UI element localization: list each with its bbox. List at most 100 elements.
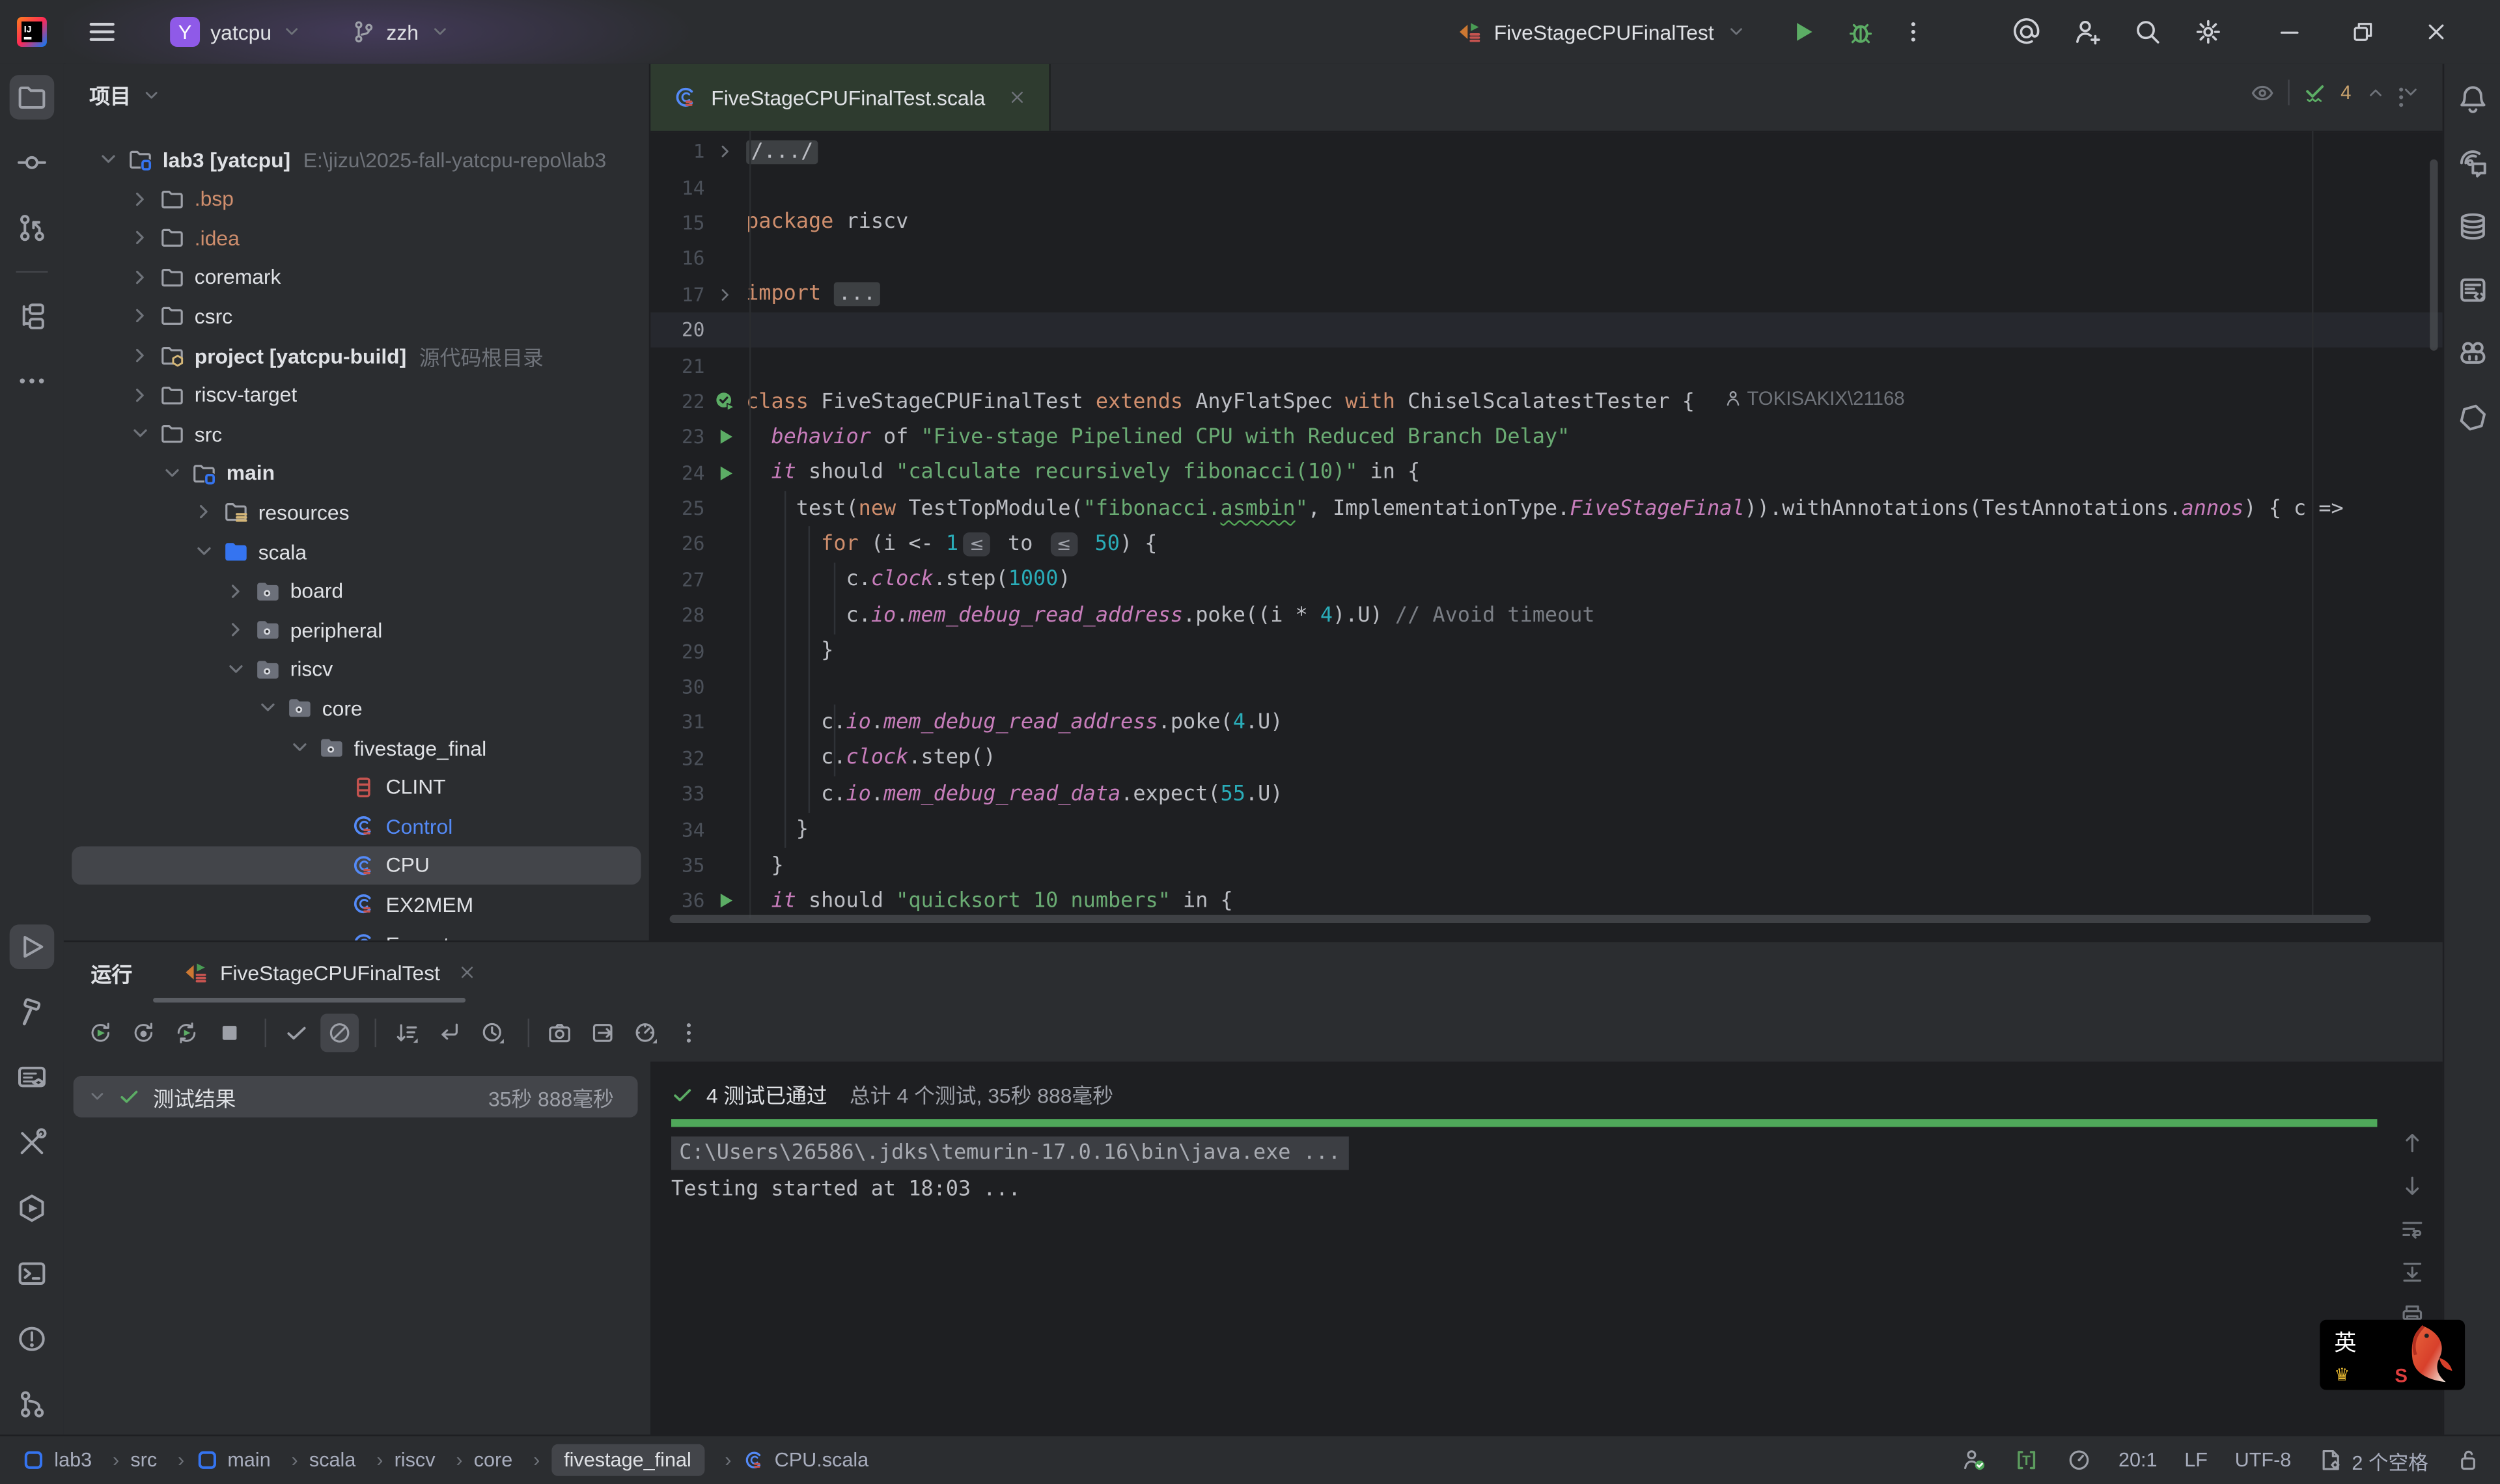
rerun-failed-tests-icon[interactable] bbox=[124, 1014, 163, 1052]
close-tab-icon[interactable] bbox=[1008, 88, 1027, 107]
code-line-35[interactable]: 35 } bbox=[650, 847, 2443, 883]
fold-region-icon[interactable] bbox=[714, 283, 736, 305]
show-ignored-icon[interactable] bbox=[320, 1014, 359, 1052]
tree-item-clint[interactable]: CLINT bbox=[72, 767, 641, 806]
tab-scroll-indicator[interactable] bbox=[153, 998, 465, 1002]
code-line-30[interactable]: 30 bbox=[650, 669, 2443, 705]
structure-tool-icon[interactable] bbox=[10, 294, 55, 338]
code-line-14[interactable]: 14 bbox=[650, 170, 2443, 206]
code-line-24[interactable]: 24 it should "calculate recursively fibo… bbox=[650, 455, 2443, 491]
code-line-34[interactable]: 34 } bbox=[650, 812, 2443, 848]
vertical-scrollbar[interactable] bbox=[2430, 159, 2438, 351]
more-options-icon[interactable] bbox=[670, 1014, 708, 1052]
performance-widget-widget[interactable] bbox=[2066, 1448, 2091, 1473]
code-line-25[interactable]: 25 test(new TestTopModule("fibonacci.asm… bbox=[650, 491, 2443, 527]
tree-item-resources[interactable]: resources bbox=[72, 493, 641, 532]
run-tool-icon[interactable] bbox=[10, 924, 55, 969]
chevron-right-icon[interactable] bbox=[128, 225, 153, 251]
tree-item-project-yatcpu-build[interactable]: project [yatcpu-build]源代码根目录 bbox=[72, 337, 641, 375]
tree-item-coremark[interactable]: coremark bbox=[72, 258, 641, 296]
ime-indicator[interactable]: 英 ♛ S bbox=[2320, 1320, 2465, 1390]
tree-item-src[interactable]: src bbox=[72, 415, 641, 453]
code-line-32[interactable]: 32 c.clock.step() bbox=[650, 741, 2443, 776]
translation-plugin-widget[interactable]: T bbox=[2013, 1448, 2038, 1473]
services-tool-icon[interactable] bbox=[10, 1186, 55, 1231]
breadcrumb-lab3[interactable]: lab3› bbox=[22, 1449, 119, 1471]
main-menu-icon[interactable] bbox=[86, 16, 118, 48]
tree-item-idea[interactable]: .idea bbox=[72, 219, 641, 257]
show-passed-icon[interactable] bbox=[277, 1014, 316, 1052]
run-test-icon[interactable] bbox=[714, 426, 736, 448]
run-test-icon[interactable] bbox=[714, 461, 736, 484]
code-line-1[interactable]: 1/.../ bbox=[650, 134, 2443, 170]
code-line-27[interactable]: 27 c.clock.step(1000) bbox=[650, 562, 2443, 598]
tree-item-riscv-target[interactable]: riscv-target bbox=[72, 376, 641, 414]
tree-item-peripheral[interactable]: peripheral bbox=[72, 611, 641, 649]
code-line-28[interactable]: 28 c.io.mem_debug_read_address.poke((i *… bbox=[650, 598, 2443, 634]
project-selector[interactable]: Y yatcpu bbox=[160, 11, 313, 53]
caret-position[interactable]: 20:1 bbox=[2118, 1449, 2158, 1471]
more-actions-icon[interactable] bbox=[1900, 19, 1926, 44]
run-tab[interactable]: FiveStageCPUFinalTest bbox=[184, 959, 477, 985]
indent-style-widget[interactable]: 2 个空格 bbox=[2318, 1445, 2428, 1476]
chevron-right-icon[interactable] bbox=[128, 343, 153, 368]
screenshot-icon[interactable] bbox=[540, 1014, 579, 1052]
code-line-33[interactable]: 33 c.io.mem_debug_read_data.expect(55.U) bbox=[650, 776, 2443, 812]
pull-requests-tool-icon[interactable] bbox=[10, 206, 55, 251]
scroll-down-icon[interactable] bbox=[2400, 1173, 2425, 1198]
horizontal-scrollbar[interactable] bbox=[670, 915, 2371, 923]
code-with-me-icon[interactable] bbox=[2073, 18, 2102, 46]
tree-item-ex2mem[interactable]: EX2MEM bbox=[72, 885, 641, 924]
project-tool-icon[interactable] bbox=[10, 75, 55, 120]
code-line-29[interactable]: 29 } bbox=[650, 633, 2443, 669]
breadcrumb-main[interactable]: main› bbox=[195, 1449, 298, 1471]
chevron-right-icon[interactable] bbox=[128, 186, 153, 212]
tree-item-bsp[interactable]: .bsp bbox=[72, 180, 641, 218]
stop-process-icon[interactable] bbox=[210, 1014, 249, 1052]
notifications-icon[interactable] bbox=[2450, 77, 2495, 122]
previous-problem-icon[interactable] bbox=[2364, 81, 2386, 103]
tree-item-lab3-yatcpu[interactable]: lab3 [yatcpu]E:\jizu\2025-fall-yatcpu-re… bbox=[72, 141, 641, 179]
sort-alphabetically-icon[interactable] bbox=[387, 1014, 426, 1052]
commit-tool-icon[interactable] bbox=[10, 141, 55, 186]
code-line-26[interactable]: 26 for (i <- 1≤ to ≤ 50) { bbox=[650, 527, 2443, 562]
chevron-right-icon[interactable] bbox=[128, 303, 153, 329]
editor-tab[interactable]: FiveStageCPUFinalTest.scala bbox=[650, 64, 1051, 131]
dependencies-tool-icon[interactable] bbox=[2450, 395, 2495, 440]
code-line-21[interactable]: 21 bbox=[650, 348, 2443, 384]
code-area[interactable]: 1/.../1415package riscv1617import ...202… bbox=[650, 131, 2443, 941]
fold-region-icon[interactable] bbox=[714, 141, 736, 163]
close-tab-icon[interactable] bbox=[458, 963, 477, 982]
problems-tool-icon[interactable] bbox=[10, 1317, 55, 1362]
code-with-me-widget[interactable] bbox=[1961, 1448, 1986, 1473]
rerun-tests-icon[interactable] bbox=[81, 1014, 120, 1052]
code-line-17[interactable]: 17import ... bbox=[650, 277, 2443, 312]
tree-item-fivestage-final[interactable]: fivestage_final bbox=[72, 728, 641, 767]
export-test-results-icon[interactable] bbox=[583, 1014, 622, 1052]
tree-item-riscv[interactable]: riscv bbox=[72, 650, 641, 689]
sbt-tool-icon[interactable] bbox=[10, 1055, 55, 1100]
chevron-down-icon[interactable] bbox=[223, 656, 249, 681]
plugin-tool-icon[interactable] bbox=[2450, 331, 2495, 376]
code-line-15[interactable]: 15package riscv bbox=[650, 205, 2443, 241]
debug-button[interactable] bbox=[1846, 18, 1875, 46]
code-line-16[interactable]: 16 bbox=[650, 241, 2443, 277]
chevron-right-icon[interactable] bbox=[128, 382, 153, 407]
breadcrumb-scala[interactable]: scala› bbox=[309, 1449, 383, 1471]
code-line-36[interactable]: 36 it should "quicksort 10 numbers" in { bbox=[650, 883, 2443, 919]
ai-assistant-icon[interactable] bbox=[2012, 18, 2041, 46]
tree-item-core[interactable]: core bbox=[72, 689, 641, 728]
vcs-branch-selector[interactable]: zzh bbox=[342, 14, 460, 49]
run-all-tests-icon[interactable] bbox=[714, 391, 736, 413]
run-configuration-selector[interactable]: FiveStageCPUFinalTest bbox=[1448, 14, 1757, 49]
scroll-to-end-icon[interactable] bbox=[2400, 1259, 2425, 1285]
tree-item-board[interactable]: board bbox=[72, 571, 641, 610]
chevron-right-icon[interactable] bbox=[223, 617, 249, 642]
sort-by-duration-icon[interactable] bbox=[473, 1014, 512, 1052]
tree-item-cpu[interactable]: CPU bbox=[72, 846, 641, 885]
line-separator[interactable]: LF bbox=[2184, 1449, 2208, 1471]
next-problem-icon[interactable] bbox=[2399, 81, 2421, 103]
chevron-down-icon[interactable] bbox=[96, 146, 121, 172]
chevron-right-icon[interactable] bbox=[128, 264, 153, 290]
breadcrumb-fivestage-final[interactable]: fivestage_final› bbox=[551, 1444, 732, 1476]
